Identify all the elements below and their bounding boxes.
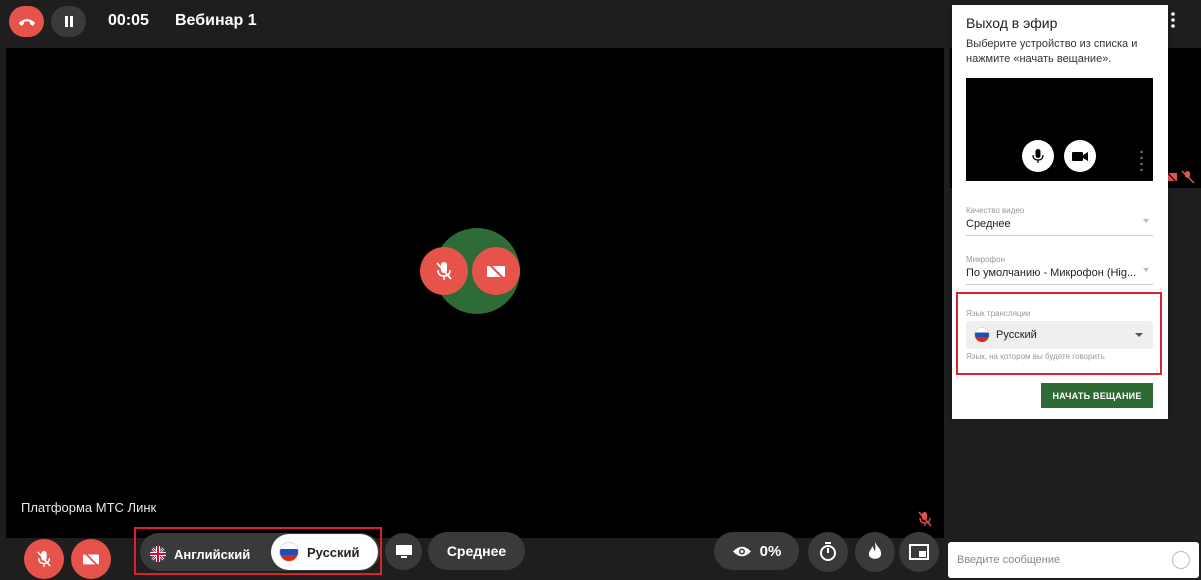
preview-camera-button[interactable] bbox=[1064, 140, 1096, 172]
pause-icon bbox=[64, 16, 73, 27]
timer-button[interactable] bbox=[808, 532, 848, 572]
highlight-frame bbox=[134, 527, 382, 575]
chevron-down-icon bbox=[1143, 268, 1149, 272]
webinar-title: Вебинар 1 bbox=[175, 12, 257, 29]
chevron-down-icon bbox=[1143, 219, 1149, 223]
top-bar: 00:05 Вебинар 1 bbox=[0, 0, 950, 44]
mic-icon bbox=[1032, 148, 1044, 163]
main-video-area: Платформа МТС Линк bbox=[6, 48, 944, 538]
flame-icon bbox=[868, 542, 882, 559]
camera-toggle-button[interactable] bbox=[71, 539, 111, 579]
platform-label: Платформа МТС Линк bbox=[21, 500, 157, 515]
emoji-icon[interactable] bbox=[1172, 551, 1190, 569]
mic-off-icon bbox=[436, 262, 452, 280]
viewers-percent: 0% bbox=[759, 542, 782, 560]
panel-title: Выход в эфир bbox=[966, 15, 1058, 31]
monitor-icon bbox=[395, 544, 412, 558]
participant-camera-off-button[interactable] bbox=[472, 247, 520, 295]
mic-off-icon bbox=[918, 511, 932, 527]
panel-description: Выберите устройство из списка и нажмите … bbox=[966, 38, 1138, 65]
video-quality-value: Среднее bbox=[966, 218, 1011, 230]
camera-mic-off-icon bbox=[1165, 170, 1195, 184]
picture-in-picture-button[interactable] bbox=[899, 532, 939, 572]
divider bbox=[966, 235, 1153, 236]
webinar-app: 00:05 Вебинар 1 Платформа МТС Линк Англи… bbox=[0, 0, 1201, 580]
more-menu-icon[interactable] bbox=[1170, 12, 1176, 28]
camera-preview bbox=[966, 78, 1153, 181]
elapsed-timer: 00:05 bbox=[108, 12, 149, 29]
mic-off-icon bbox=[37, 551, 51, 567]
preview-mic-button[interactable] bbox=[1022, 140, 1054, 172]
microphone-select[interactable]: Микрофон По умолчанию - Микрофон (Hig... bbox=[966, 255, 1153, 285]
stopwatch-icon bbox=[820, 542, 836, 561]
camera-off-icon bbox=[83, 551, 99, 567]
video-camera-icon bbox=[1072, 151, 1088, 161]
preview-more-icon[interactable] bbox=[1140, 150, 1143, 172]
participant-mic-muted-button[interactable] bbox=[420, 247, 468, 295]
pause-button[interactable] bbox=[51, 6, 86, 37]
microphone-value: По умолчанию - Микрофон (Hig... bbox=[966, 267, 1136, 279]
divider bbox=[966, 284, 1153, 285]
chat-input-container bbox=[948, 542, 1199, 578]
pip-icon bbox=[909, 544, 929, 560]
video-quality-label: Качество видео bbox=[966, 206, 1025, 215]
reactions-button[interactable] bbox=[855, 532, 895, 572]
start-broadcast-button[interactable]: НАЧАТЬ ВЕЩАНИЕ bbox=[1041, 383, 1153, 408]
viewers-indicator[interactable]: 0% bbox=[714, 532, 799, 570]
microphone-label: Микрофон bbox=[966, 255, 1005, 264]
video-quality-select[interactable]: Качество видео Среднее bbox=[966, 206, 1153, 236]
chat-message-input[interactable] bbox=[957, 554, 1157, 566]
eye-icon bbox=[732, 546, 751, 556]
highlight-frame bbox=[956, 292, 1162, 375]
mic-toggle-button[interactable] bbox=[24, 539, 64, 579]
quality-selector[interactable]: Среднее bbox=[428, 532, 525, 570]
screen-share-button[interactable] bbox=[385, 533, 422, 570]
camera-off-icon bbox=[487, 262, 505, 280]
hangup-button[interactable] bbox=[9, 6, 44, 37]
phone-hangup-icon bbox=[18, 18, 35, 26]
